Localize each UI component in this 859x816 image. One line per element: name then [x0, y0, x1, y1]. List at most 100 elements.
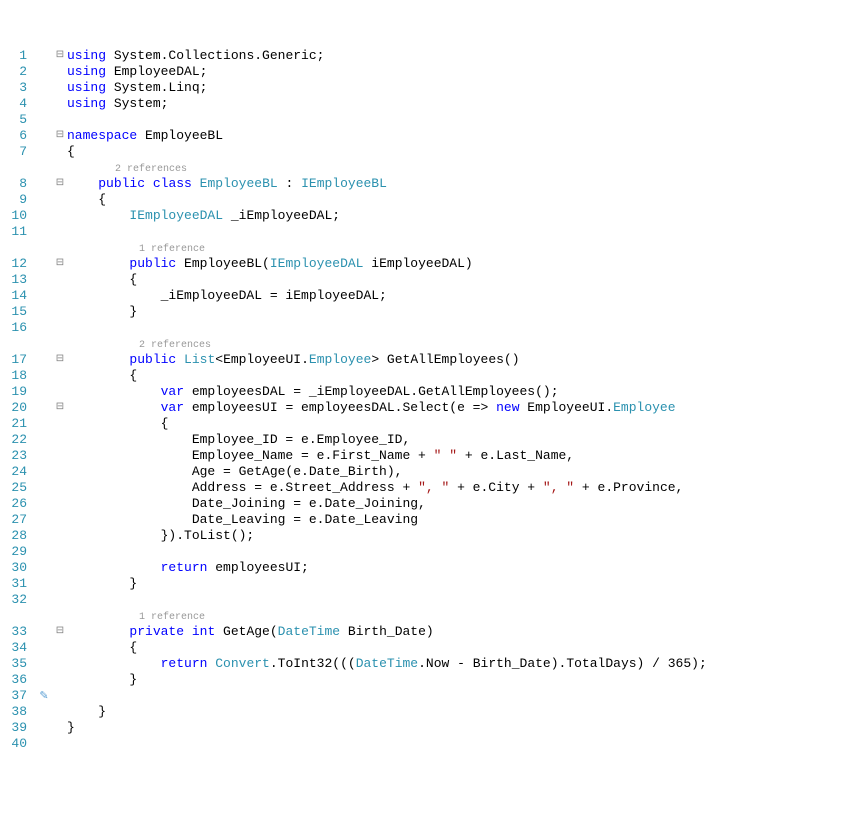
code-line[interactable]: [67, 224, 859, 240]
token: .ToInt32(((: [270, 656, 356, 671]
margin-indicator: [35, 560, 53, 576]
token: [145, 176, 153, 191]
margin-indicator: [35, 656, 53, 672]
code-line[interactable]: }: [67, 720, 859, 736]
line-number: 34: [0, 640, 27, 656]
code-line[interactable]: using EmployeeDAL;: [67, 64, 859, 80]
code-line[interactable]: [67, 544, 859, 560]
code-line[interactable]: [67, 736, 859, 752]
fold-toggle[interactable]: ⊟: [53, 176, 67, 192]
margin-indicator: [35, 208, 53, 224]
code-line[interactable]: }).ToList();: [67, 528, 859, 544]
token: Convert: [215, 656, 270, 671]
fold-toggle: [53, 224, 67, 240]
code-line[interactable]: return employeesUI;: [67, 560, 859, 576]
code-line[interactable]: [67, 112, 859, 128]
margin-indicator: [35, 736, 53, 752]
fold-toggle[interactable]: ⊟: [53, 352, 67, 368]
code-line[interactable]: 2 references: [67, 160, 859, 176]
fold-toggle: [53, 720, 67, 736]
margin-indicator: [35, 448, 53, 464]
fold-toggle: [53, 448, 67, 464]
code-line[interactable]: }: [67, 576, 859, 592]
fold-toggle: [53, 368, 67, 384]
code-line[interactable]: {: [67, 640, 859, 656]
fold-toggle[interactable]: ⊟: [53, 256, 67, 272]
code-line[interactable]: Address = e.Street_Address + ", " + e.Ci…: [67, 480, 859, 496]
code-line[interactable]: {: [67, 368, 859, 384]
margin-indicator: [35, 576, 53, 592]
code-line[interactable]: var employeesUI = employeesDAL.Select(e …: [67, 400, 859, 416]
token: + e.Last_Name,: [457, 448, 574, 463]
token: class: [153, 176, 192, 191]
token: {: [67, 272, 137, 287]
fold-toggle[interactable]: ⊟: [53, 624, 67, 640]
token: public: [98, 176, 145, 191]
code-line[interactable]: using System;: [67, 96, 859, 112]
code-line[interactable]: public class EmployeeBL : IEmployeeBL: [67, 176, 859, 192]
line-number: 37: [0, 688, 27, 704]
token: return: [161, 656, 208, 671]
fold-toggle: [53, 336, 67, 352]
line-number: 11: [0, 224, 27, 240]
token: DateTime: [356, 656, 418, 671]
line-number: 33: [0, 624, 27, 640]
fold-toggle[interactable]: ⊟: [53, 48, 67, 64]
code-line[interactable]: {: [67, 144, 859, 160]
code-line[interactable]: private int GetAge(DateTime Birth_Date): [67, 624, 859, 640]
margin-indicator: [35, 48, 53, 64]
token: {: [67, 192, 106, 207]
line-number: [0, 608, 27, 624]
code-line[interactable]: var employeesDAL = _iEmployeeDAL.GetAllE…: [67, 384, 859, 400]
token: + e.Province,: [574, 480, 683, 495]
code-line[interactable]: }: [67, 672, 859, 688]
code-line[interactable]: }: [67, 304, 859, 320]
code-line[interactable]: {: [67, 416, 859, 432]
fold-toggle[interactable]: ⊟: [53, 400, 67, 416]
code-line[interactable]: using System.Linq;: [67, 80, 859, 96]
fold-column[interactable]: ⊟ ⊟ ⊟ ⊟ ⊟ ⊟ ⊟: [53, 48, 67, 752]
line-number: 14: [0, 288, 27, 304]
line-number: 22: [0, 432, 27, 448]
line-number: 17: [0, 352, 27, 368]
code-line[interactable]: {: [67, 192, 859, 208]
fold-toggle: [53, 144, 67, 160]
margin-indicator: [35, 464, 53, 480]
fold-toggle: [53, 528, 67, 544]
code-line[interactable]: _iEmployeeDAL = iEmployeeDAL;: [67, 288, 859, 304]
code-line[interactable]: Date_Joining = e.Date_Joining,: [67, 496, 859, 512]
token: [67, 656, 161, 671]
code-line[interactable]: 2 references: [67, 336, 859, 352]
code-line[interactable]: [67, 320, 859, 336]
token: public: [129, 256, 176, 271]
line-number: 25: [0, 480, 27, 496]
code-line[interactable]: namespace EmployeeBL: [67, 128, 859, 144]
code-line[interactable]: }: [67, 704, 859, 720]
code-line[interactable]: {: [67, 272, 859, 288]
code-line[interactable]: IEmployeeDAL _iEmployeeDAL;: [67, 208, 859, 224]
code-line[interactable]: 1 reference: [67, 240, 859, 256]
token: GetAge(: [215, 624, 277, 639]
code-line[interactable]: Employee_ID = e.Employee_ID,: [67, 432, 859, 448]
code-area[interactable]: using System.Collections.Generic;using E…: [67, 48, 859, 752]
code-line[interactable]: [67, 688, 859, 704]
code-line[interactable]: Age = GetAge(e.Date_Birth),: [67, 464, 859, 480]
code-line[interactable]: public EmployeeBL(IEmployeeDAL iEmployee…: [67, 256, 859, 272]
code-line[interactable]: [67, 592, 859, 608]
code-editor[interactable]: 1234567891011121314151617181920212223242…: [0, 48, 859, 752]
line-number-gutter: 1234567891011121314151617181920212223242…: [0, 48, 35, 752]
code-line[interactable]: using System.Collections.Generic;: [67, 48, 859, 64]
code-line[interactable]: Employee_Name = e.First_Name + " " + e.L…: [67, 448, 859, 464]
code-line[interactable]: 1 reference: [67, 608, 859, 624]
token: Age = GetAge(e.Date_Birth),: [67, 464, 402, 479]
code-line[interactable]: public List<EmployeeUI.Employee> GetAllE…: [67, 352, 859, 368]
line-number: 1: [0, 48, 27, 64]
code-line[interactable]: return Convert.ToInt32(((DateTime.Now - …: [67, 656, 859, 672]
line-number: 15: [0, 304, 27, 320]
token: .Now - Birth_Date).TotalDays) / 365);: [418, 656, 707, 671]
code-line[interactable]: Date_Leaving = e.Date_Leaving: [67, 512, 859, 528]
margin-indicator: [35, 624, 53, 640]
line-number: 21: [0, 416, 27, 432]
fold-toggle[interactable]: ⊟: [53, 128, 67, 144]
token: }: [67, 576, 137, 591]
